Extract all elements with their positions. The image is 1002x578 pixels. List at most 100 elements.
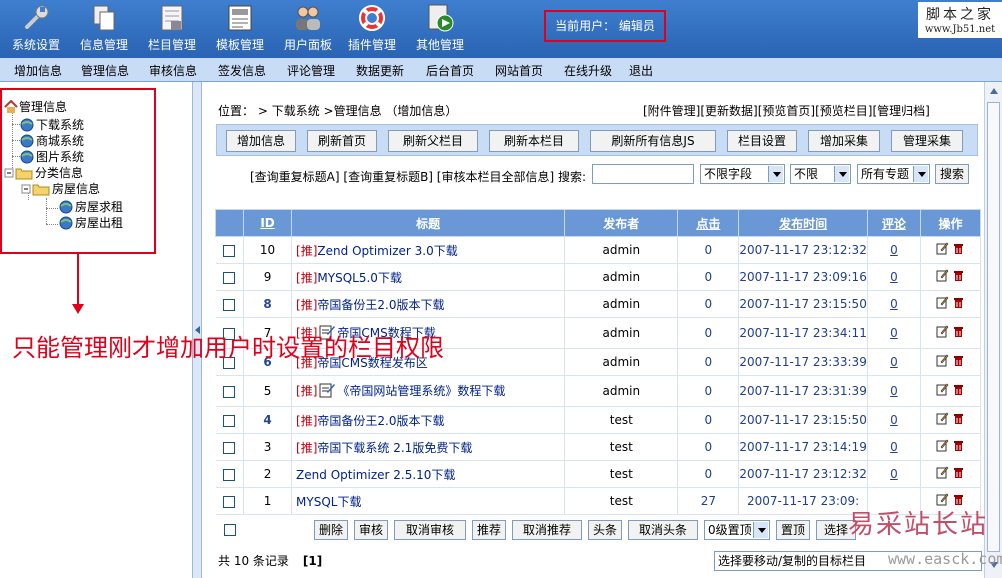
menu-sign-info[interactable]: 签发信息 xyxy=(218,62,266,79)
row-checkbox[interactable] xyxy=(223,385,236,398)
manage-collect-button[interactable]: 管理采集 xyxy=(891,130,963,152)
row-comments-link[interactable]: 0 xyxy=(890,467,898,481)
menu-logout[interactable]: 退出 xyxy=(629,62,653,79)
menu-manage-info[interactable]: 管理信息 xyxy=(81,62,129,79)
tree-root[interactable]: 管理信息 xyxy=(4,98,67,115)
scroll-up-icon[interactable] xyxy=(990,88,998,94)
link-preview-home[interactable]: [预览首页] xyxy=(758,104,815,118)
row-title-link[interactable]: 帝国下载系统 2.1版免费下载 xyxy=(317,441,472,455)
edit-icon[interactable] xyxy=(936,242,949,258)
topic-select[interactable]: 所有专题 xyxy=(857,164,930,184)
field-select[interactable]: 不限字段 xyxy=(700,164,785,184)
row-comments-link[interactable]: 0 xyxy=(890,297,898,311)
toolbar-column-manage[interactable]: 栏目管理 xyxy=(138,0,206,58)
link-update-data[interactable]: [更新数据] xyxy=(700,104,757,118)
tree-item-download[interactable]: 下载系统 xyxy=(19,116,84,133)
scroll-thumb[interactable] xyxy=(987,102,1000,552)
menu-admin-home[interactable]: 后台首页 xyxy=(426,62,474,79)
tree-item-house-wanted[interactable]: 房屋求租 xyxy=(58,198,123,215)
approve-button[interactable]: 审核 xyxy=(354,520,388,540)
add-info-button[interactable]: 增加信息 xyxy=(226,130,296,152)
edit-icon[interactable] xyxy=(936,325,949,341)
row-checkbox[interactable] xyxy=(223,495,236,508)
breadcrumb-path[interactable]: > 下载系统 >管理信息 （增加信息） xyxy=(254,104,458,118)
tree-item-house[interactable]: 房屋信息 xyxy=(21,180,100,197)
row-checkbox[interactable] xyxy=(223,468,236,481)
delete-button[interactable]: 删除 xyxy=(314,520,348,540)
column-settings-button[interactable]: 栏目设置 xyxy=(727,130,797,152)
delete-icon[interactable] xyxy=(953,297,964,312)
refresh-column-button[interactable]: 刷新本栏目 xyxy=(489,130,579,152)
menu-review-info[interactable]: 审核信息 xyxy=(149,62,197,79)
row-checkbox[interactable] xyxy=(223,244,236,257)
edit-icon[interactable] xyxy=(936,269,949,285)
row-checkbox[interactable] xyxy=(223,441,236,454)
delete-icon[interactable] xyxy=(953,384,964,399)
toolbar-system-settings[interactable]: 系统设置 xyxy=(2,0,70,58)
col-clicks[interactable]: 点击 xyxy=(677,209,740,237)
delete-icon[interactable] xyxy=(953,440,964,455)
delete-icon[interactable] xyxy=(953,326,964,341)
row-title-link[interactable]: MYSQL下载 xyxy=(296,495,361,509)
menu-data-update[interactable]: 数据更新 xyxy=(356,62,404,79)
edit-icon[interactable] xyxy=(936,296,949,312)
tree-item-classified[interactable]: 分类信息 xyxy=(4,164,83,181)
level-select[interactable]: 不限 xyxy=(790,164,851,184)
row-checkbox[interactable] xyxy=(223,298,236,311)
col-id[interactable]: ID xyxy=(243,209,293,237)
delete-icon[interactable] xyxy=(953,270,964,285)
cancel-headline-button[interactable]: 取消头条 xyxy=(628,520,698,540)
edit-icon[interactable] xyxy=(936,412,949,428)
tree-item-picture[interactable]: 图片系统 xyxy=(19,148,84,165)
row-comments-link[interactable]: 0 xyxy=(890,243,898,257)
top-level-select[interactable]: 0级置顶 xyxy=(704,520,770,540)
toolbar-info-manage[interactable]: 信息管理 xyxy=(70,0,138,58)
row-title-link[interactable]: Zend Optimizer 3.0下载 xyxy=(317,244,457,258)
col-time[interactable]: 发布时间 xyxy=(738,209,868,237)
row-comments-link[interactable]: 0 xyxy=(890,326,898,340)
edit-icon[interactable] xyxy=(936,383,949,399)
row-title-link[interactable]: 帝国备份王2.0版本下载 xyxy=(317,414,444,428)
search-input[interactable] xyxy=(592,164,694,184)
edit-icon[interactable] xyxy=(936,439,949,455)
row-comments-link[interactable]: 0 xyxy=(890,384,898,398)
toolbar-other-manage[interactable]: 其他管理 xyxy=(406,0,474,58)
refresh-all-js-button[interactable]: 刷新所有信息JS xyxy=(590,130,716,152)
cancel-approve-button[interactable]: 取消审核 xyxy=(394,520,466,540)
row-checkbox[interactable] xyxy=(223,271,236,284)
menu-site-home[interactable]: 网站首页 xyxy=(495,62,543,79)
row-title-link[interactable]: Zend Optimizer 2.5.10下载 xyxy=(296,468,455,482)
menu-online-upgrade[interactable]: 在线升级 xyxy=(564,62,612,79)
select-all-checkbox[interactable] xyxy=(224,524,236,536)
toolbar-plugin-manage[interactable]: 插件管理 xyxy=(338,0,406,58)
delete-icon[interactable] xyxy=(953,355,964,370)
row-title-link[interactable]: 《帝国网站管理系统》数程下载 xyxy=(337,384,505,398)
set-top-button[interactable]: 置顶 xyxy=(776,520,810,540)
menu-add-info[interactable]: 增加信息 xyxy=(14,62,62,79)
add-collect-button[interactable]: 增加采集 xyxy=(808,130,880,152)
tree-item-shop[interactable]: 商城系统 xyxy=(19,132,84,149)
recommend-button[interactable]: 推荐 xyxy=(472,520,506,540)
toolbar-user-panel[interactable]: 用户面板 xyxy=(274,0,342,58)
row-comments-link[interactable]: 0 xyxy=(890,355,898,369)
edit-icon[interactable] xyxy=(936,354,949,370)
row-comments-link[interactable]: 0 xyxy=(890,440,898,454)
refresh-parent-column-button[interactable]: 刷新父栏目 xyxy=(388,130,478,152)
delete-icon[interactable] xyxy=(953,413,964,428)
row-comments-link[interactable]: 0 xyxy=(890,270,898,284)
row-checkbox[interactable] xyxy=(223,414,236,427)
menu-comment-manage[interactable]: 评论管理 xyxy=(287,62,335,79)
edit-icon[interactable] xyxy=(936,466,949,482)
delete-icon[interactable] xyxy=(953,243,964,258)
refresh-home-button[interactable]: 刷新首页 xyxy=(307,130,377,152)
toolbar-template-manage[interactable]: 模板管理 xyxy=(206,0,274,58)
tree-item-house-rent[interactable]: 房屋出租 xyxy=(58,214,123,231)
search-button[interactable]: 搜索 xyxy=(935,164,969,184)
search-links[interactable]: [查询重复标题A] [查询重复标题B] [审核本栏目全部信息] 搜索: xyxy=(250,168,586,185)
row-title-link[interactable]: 帝国备份王2.0版本下载 xyxy=(317,298,444,312)
link-preview-column[interactable]: [预览栏目] xyxy=(815,104,872,118)
row-comments-link[interactable]: 0 xyxy=(890,413,898,427)
link-archive-manage[interactable]: [管理归档] xyxy=(873,104,930,118)
row-title-link[interactable]: MYSQL5.0下载 xyxy=(317,271,402,285)
cancel-recommend-button[interactable]: 取消推荐 xyxy=(512,520,582,540)
